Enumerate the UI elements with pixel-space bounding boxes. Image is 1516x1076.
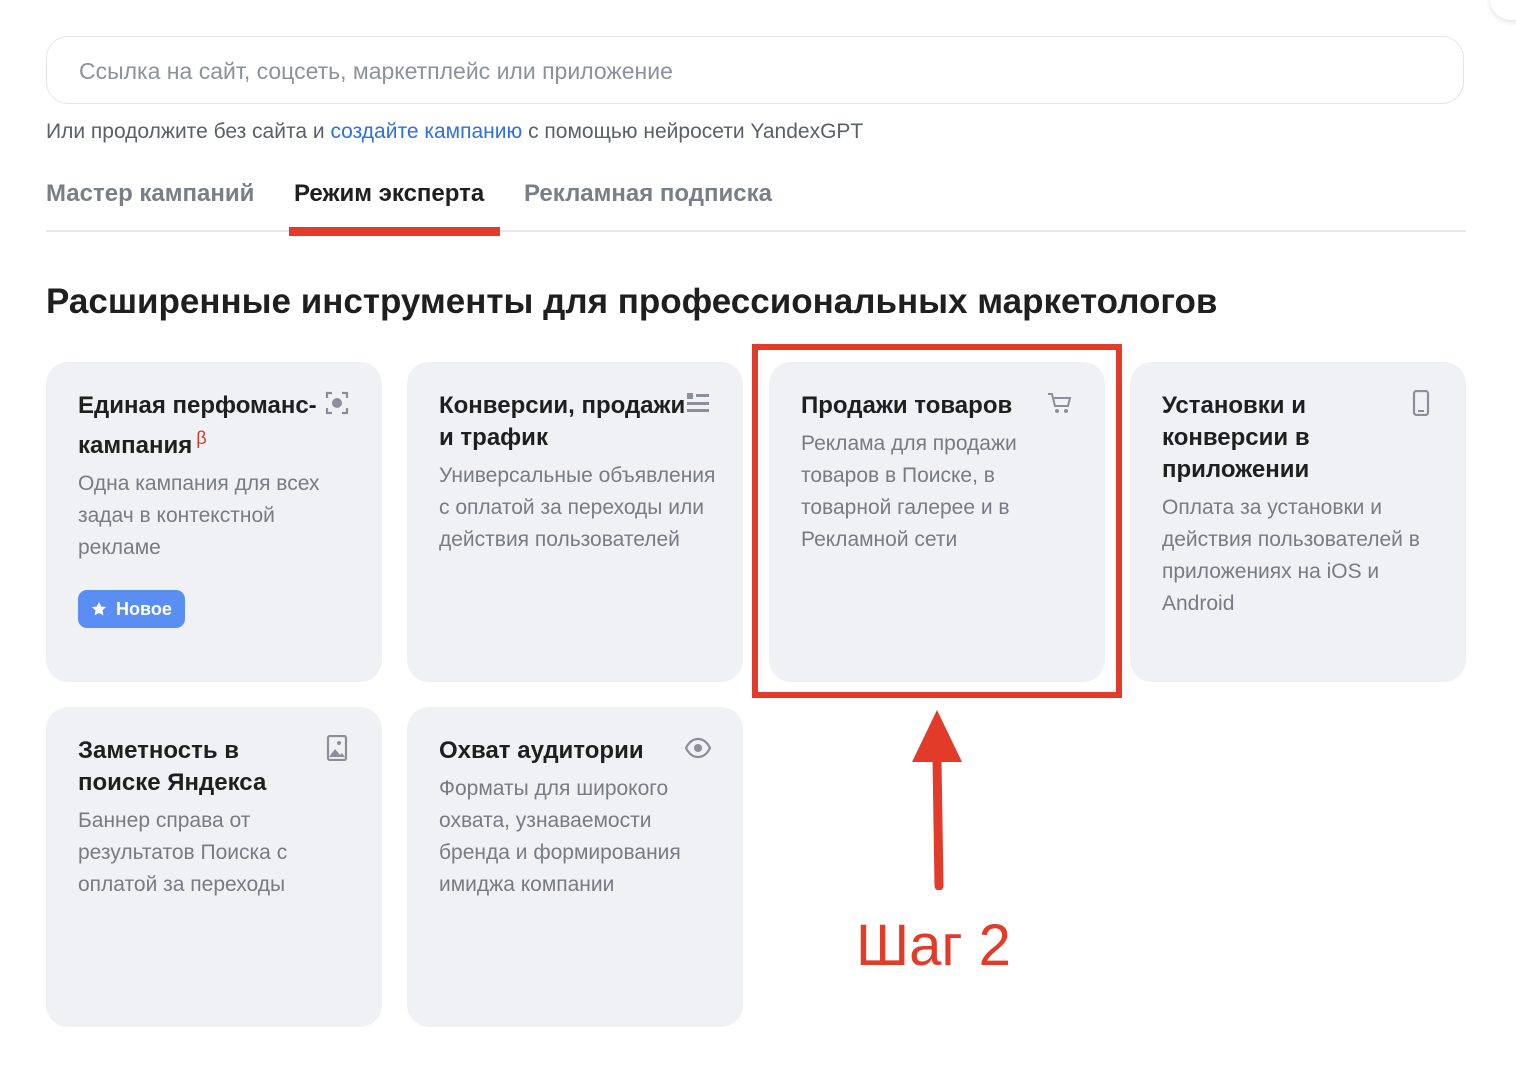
phone-icon	[1412, 390, 1430, 416]
star-icon	[91, 601, 107, 616]
card-title: Единая перфоманс-кампания β	[78, 390, 328, 462]
list-icon	[687, 393, 709, 412]
step-label: Шаг 2	[856, 913, 1011, 978]
card-app-installs[interactable]: Установки и конверсии в приложении Оплат…	[1130, 362, 1466, 682]
create-campaign-link[interactable]: создайте кампанию	[330, 120, 522, 143]
active-tab-indicator	[289, 227, 500, 236]
card-title: Установки и конверсии в приложении	[1162, 392, 1310, 483]
card-title: Охват аудитории	[439, 737, 644, 764]
card-description: Одна кампания для всех задач в контекстн…	[78, 472, 320, 559]
beta-mark: β	[196, 428, 207, 448]
page-title: Расширенные инструменты для профессионал…	[46, 282, 1218, 321]
card-conversions-traffic[interactable]: Конверсии, продажи и трафик Универсальны…	[407, 362, 743, 682]
highlight-frame	[752, 344, 1122, 698]
tab-campaign-master[interactable]: Мастер кампаний	[46, 180, 254, 208]
hint-text: Или продолжите без сайта и создайте камп…	[46, 120, 863, 144]
card-description: Баннер справа от результатов Поиска с оп…	[78, 809, 288, 896]
eye-icon	[685, 737, 711, 759]
search-input[interactable]	[77, 37, 1441, 105]
hint-suffix: с помощью нейросети YandexGPT	[522, 120, 864, 143]
card-audience-reach[interactable]: Охват аудитории Форматы для широкого охв…	[407, 707, 743, 1027]
focus-target-icon	[325, 391, 349, 415]
search-field[interactable]	[46, 36, 1464, 105]
tab-ad-subscription[interactable]: Рекламная подписка	[524, 180, 772, 208]
card-description: Оплата за установки и действия пользоват…	[1162, 496, 1420, 615]
tab-expert-mode[interactable]: Режим эксперта	[294, 180, 484, 208]
card-description: Универсальные объявления с оплатой за пе…	[439, 464, 716, 551]
card-title: Заметность в поиске Яндекса	[78, 737, 267, 796]
card-performance-campaign[interactable]: Единая перфоманс-кампания β Одна кампания…	[46, 362, 382, 682]
card-search-visibility[interactable]: Заметность в поиске Яндекса Баннер справ…	[46, 707, 382, 1027]
new-badge: Новое	[78, 590, 185, 628]
image-icon	[326, 735, 348, 761]
arrow-up-icon	[912, 710, 962, 890]
card-title: Конверсии, продажи и трафик	[439, 392, 686, 451]
mode-tabs: Мастер кампаний Режим эксперта Рекламная…	[46, 180, 1466, 236]
corner-button[interactable]	[1490, 0, 1516, 20]
badge-label: Новое	[116, 598, 172, 619]
card-title-text: Единая перфоманс-кампания	[78, 392, 317, 459]
card-description: Форматы для широкого охвата, узнаваемост…	[439, 777, 681, 896]
tabs-divider	[46, 230, 1466, 232]
hint-prefix: Или продолжите без сайта и	[46, 120, 331, 143]
